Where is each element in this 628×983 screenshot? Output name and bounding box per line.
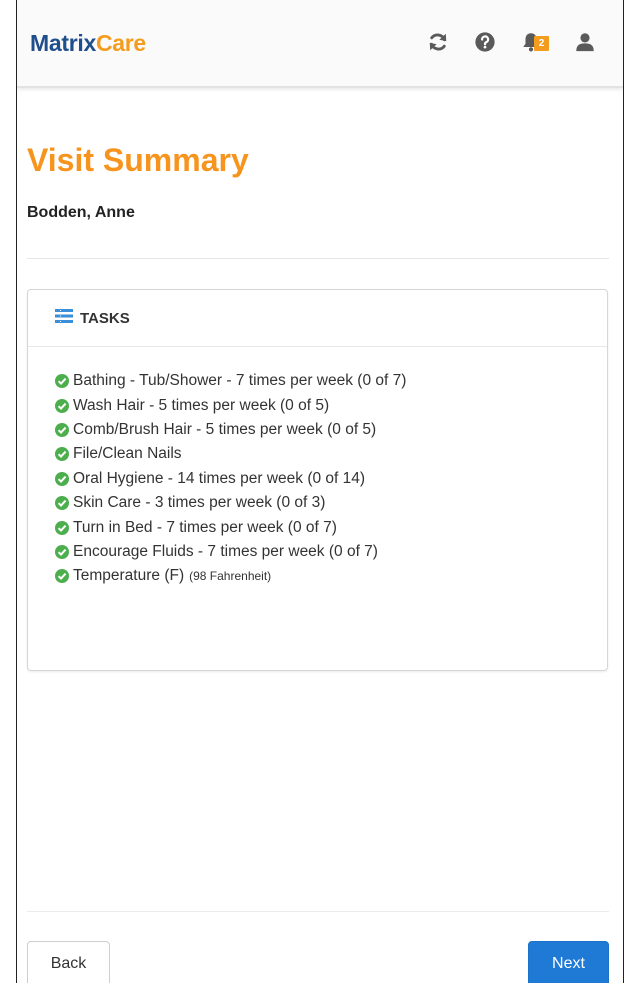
task-item: Encourage Fluids - 7 times per week (0 o… <box>55 540 607 564</box>
notifications-button[interactable]: 2 <box>520 30 550 54</box>
notification-count-badge: 2 <box>534 36 549 51</box>
task-item: Bathing - Tub/Shower - 7 times per week … <box>55 369 607 393</box>
header-actions: 2 <box>403 30 597 54</box>
task-item: Oral Hygiene - 14 times per week (0 of 1… <box>55 467 607 491</box>
refresh-icon[interactable] <box>426 30 450 54</box>
check-circle-icon <box>55 374 69 389</box>
page-title: Visit Summary <box>27 142 249 178</box>
task-item: Temperature (F) (98 Fahrenheit) <box>55 564 607 588</box>
tasks-panel-header: TASKS <box>28 290 607 347</box>
help-icon[interactable] <box>473 30 497 54</box>
divider <box>27 258 609 259</box>
task-label: Wash Hair - 5 times per week (0 of 5) <box>73 396 330 414</box>
patient-name: Bodden, Anne <box>27 204 135 221</box>
check-circle-icon <box>55 496 69 511</box>
list-icon <box>55 308 73 328</box>
check-circle-icon <box>55 520 69 535</box>
task-item: Turn in Bed - 7 times per week (0 of 7) <box>55 515 607 539</box>
task-item: Skin Care - 3 times per week (0 of 3) <box>55 491 607 515</box>
task-label: Bathing - Tub/Shower - 7 times per week … <box>73 372 407 390</box>
task-item: File/Clean Nails <box>55 442 607 466</box>
user-icon[interactable] <box>573 30 597 54</box>
task-item: Wash Hair - 5 times per week (0 of 5) <box>55 393 607 417</box>
task-item: Comb/Brush Hair - 5 times per week (0 of… <box>55 418 607 442</box>
check-circle-icon <box>55 447 69 462</box>
logo-part-matrix: Matrix <box>30 30 96 56</box>
app-frame: MatrixCare 2 Visit Summary Bodden, Anne … <box>16 0 624 983</box>
next-button[interactable]: Next <box>528 941 609 983</box>
task-label: Turn in Bed - 7 times per week (0 of 7) <box>73 518 337 536</box>
footer-divider <box>27 911 609 912</box>
task-label: Encourage Fluids - 7 times per week (0 o… <box>73 542 378 560</box>
back-button[interactable]: Back <box>27 941 110 983</box>
tasks-panel: TASKS Bathing - Tub/Shower - 7 times per… <box>27 289 608 671</box>
check-circle-icon <box>55 471 69 486</box>
task-label: Temperature (F) <box>73 567 185 585</box>
logo-part-care: Care <box>95 30 146 56</box>
task-list: Bathing - Tub/Shower - 7 times per week … <box>28 347 607 589</box>
check-circle-icon <box>55 569 69 584</box>
task-label: Comb/Brush Hair - 5 times per week (0 of… <box>73 420 377 438</box>
check-circle-icon <box>55 398 69 413</box>
tasks-panel-title: TASKS <box>80 309 130 327</box>
matrixcare-logo[interactable]: MatrixCare <box>30 30 146 57</box>
task-label: Oral Hygiene - 14 times per week (0 of 1… <box>73 469 366 487</box>
task-label: File/Clean Nails <box>73 445 182 463</box>
task-note: (98 Fahrenheit) <box>189 569 272 584</box>
check-circle-icon <box>55 422 69 437</box>
task-label: Skin Care - 3 times per week (0 of 3) <box>73 494 326 512</box>
top-navbar: MatrixCare 2 <box>17 0 623 88</box>
check-circle-icon <box>55 544 69 559</box>
